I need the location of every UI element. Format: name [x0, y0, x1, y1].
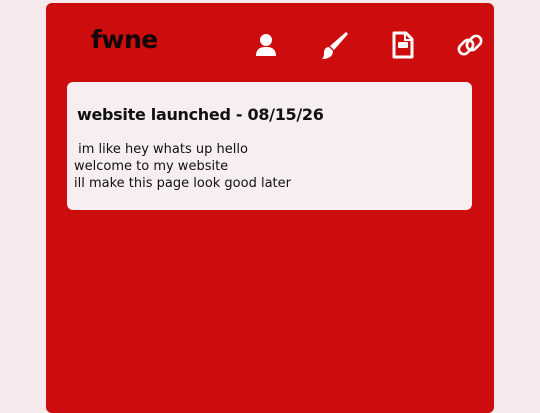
post-line: welcome to my website — [74, 159, 229, 174]
document-icon[interactable] — [386, 29, 418, 61]
brush-icon[interactable] — [318, 29, 350, 61]
link-icon[interactable] — [454, 29, 486, 61]
post-title: website launched - 08/15/26 — [77, 105, 324, 124]
site-title: fwne — [91, 25, 158, 54]
profile-icon[interactable] — [250, 29, 282, 61]
main-panel: fwne website launched - 08/15/26 im like… — [46, 3, 494, 413]
post-card: website launched - 08/15/26 im like hey … — [67, 82, 472, 210]
post-line: ill make this page look good later — [74, 176, 291, 191]
post-line: im like hey whats up hello — [74, 142, 248, 157]
